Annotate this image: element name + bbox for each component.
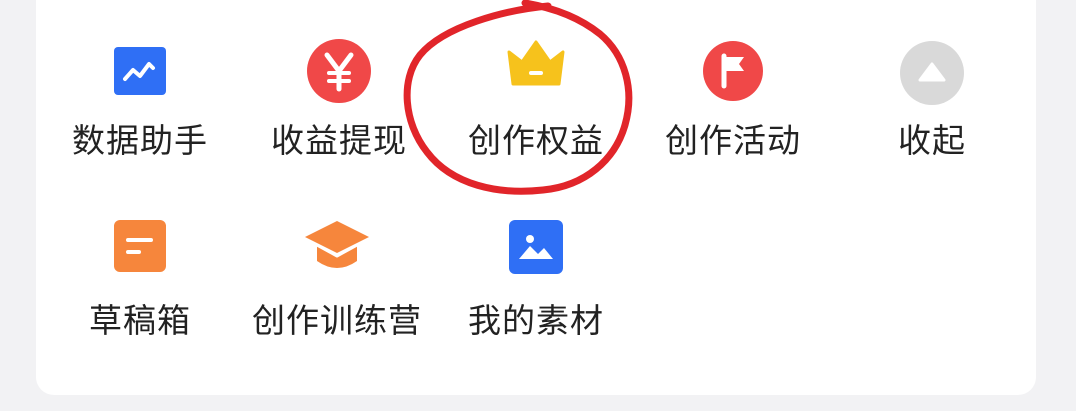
menu-item-drafts[interactable]: 草稿箱 (40, 219, 240, 369)
draft-icon (113, 219, 167, 277)
flag-icon (702, 41, 764, 106)
tools-card: 数据助手 收益提现 创作权益 创作活动 收起 草稿箱 创作训练营 我的素材 (36, 0, 1036, 395)
menu-item-creator-activities[interactable]: 创作活动 (633, 41, 833, 196)
menu-item-label: 数据助手 (72, 121, 208, 160)
menu-item-label: 创作活动 (665, 121, 801, 160)
graduation-cap-icon (303, 219, 371, 281)
crown-icon (505, 40, 567, 92)
menu-item-creator-benefits[interactable]: 创作权益 (436, 40, 636, 196)
yen-icon (306, 39, 372, 108)
menu-item-earnings-withdraw[interactable]: 收益提现 (239, 39, 439, 196)
menu-item-label: 收起 (898, 121, 966, 160)
menu-item-label: 创作权益 (468, 121, 604, 160)
chart-trend-icon (112, 46, 168, 100)
menu-item-data-assistant[interactable]: 数据助手 (40, 46, 240, 196)
menu-item-my-materials[interactable]: 我的素材 (436, 219, 636, 369)
image-icon (508, 219, 564, 279)
menu-item-label: 我的素材 (468, 301, 604, 340)
menu-item-creator-camp[interactable]: 创作训练营 (237, 219, 437, 369)
collapse-icon (899, 41, 965, 110)
menu-item-collapse[interactable]: 收起 (832, 41, 1032, 196)
menu-item-label: 收益提现 (271, 121, 407, 160)
menu-item-label: 草稿箱 (89, 301, 191, 340)
menu-item-label: 创作训练营 (252, 301, 422, 340)
